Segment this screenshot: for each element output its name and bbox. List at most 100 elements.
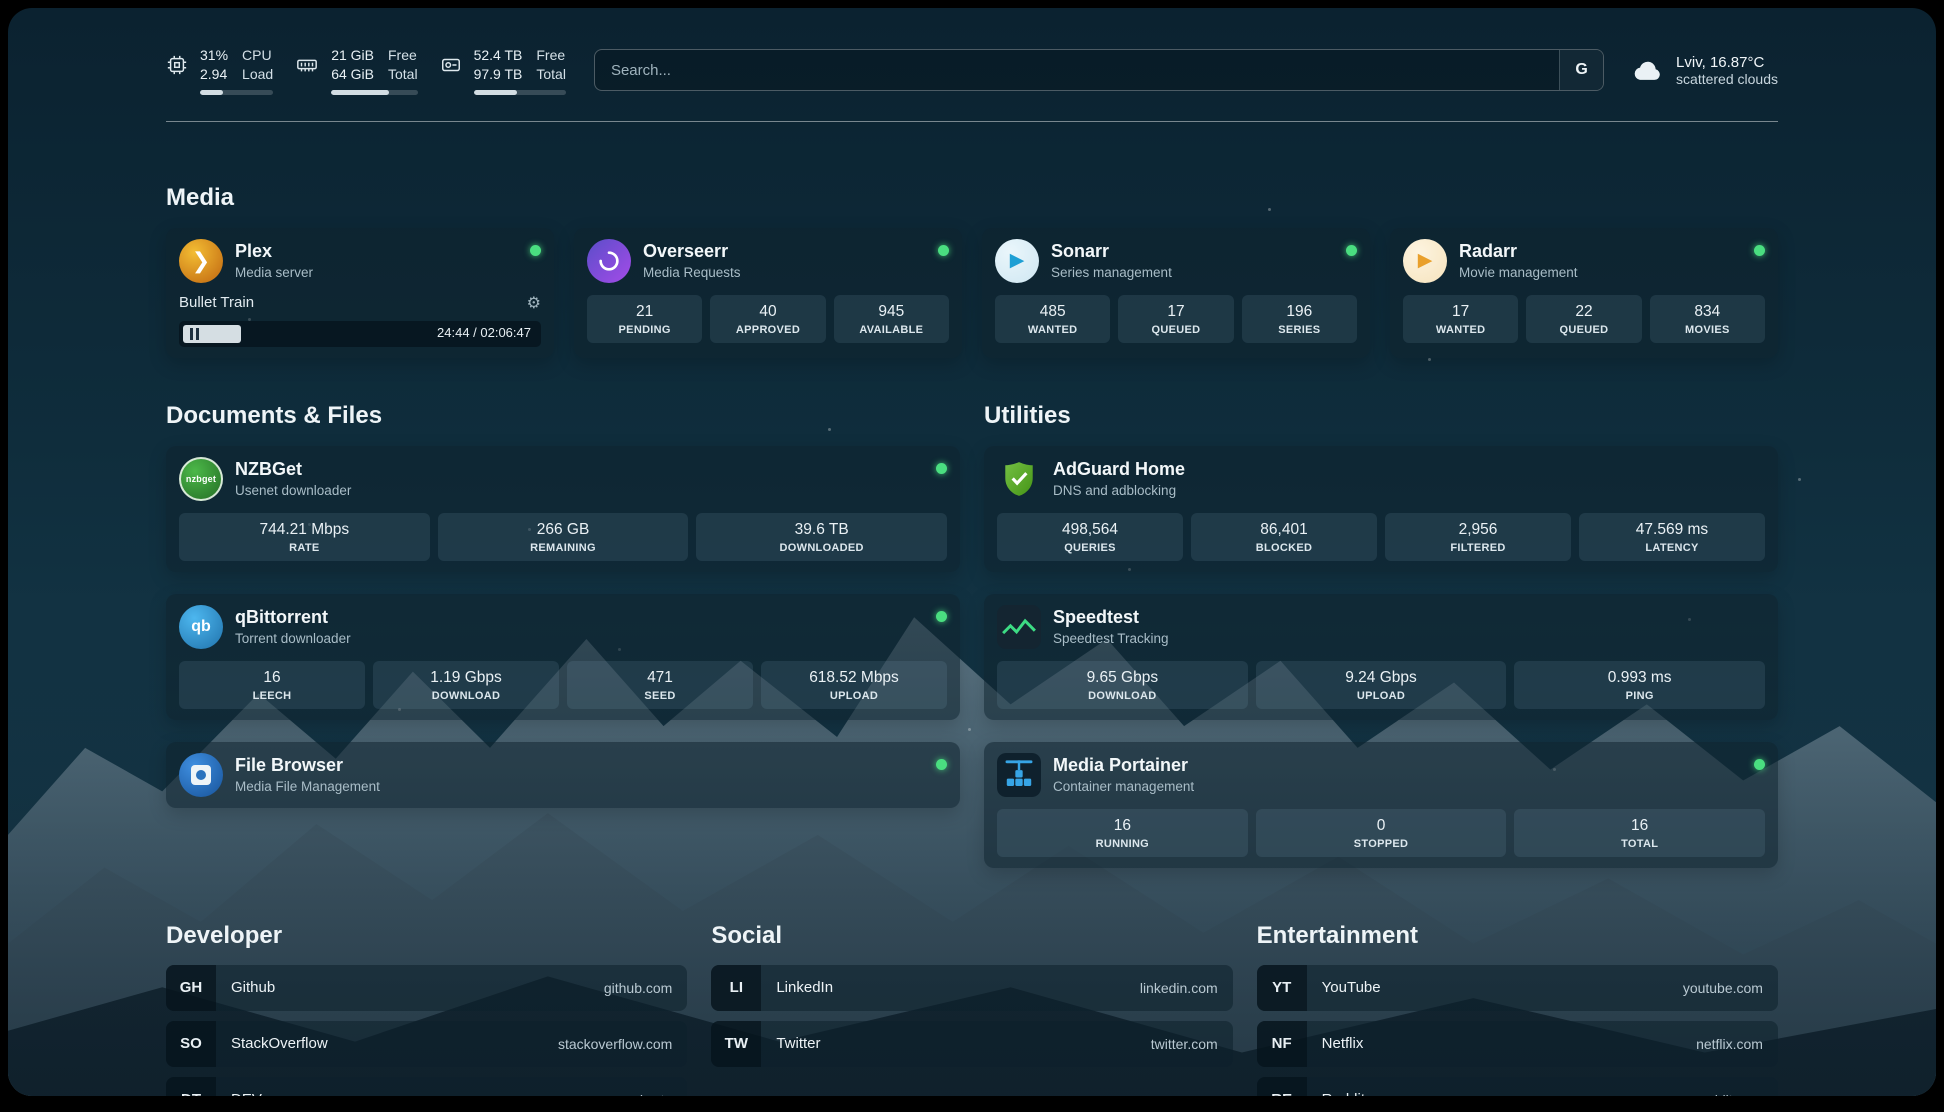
cpu-percent: 31% [200, 46, 228, 65]
weather-location: Lviv, 16.87°C [1676, 54, 1778, 71]
service-subtitle: Usenet downloader [235, 483, 351, 498]
status-dot [1754, 759, 1765, 770]
playback-time: 24:44 / 02:06:47 [437, 325, 531, 340]
stat-running: 16 RUNNING [997, 809, 1248, 857]
bookmark-domain: reddit.com [1698, 1092, 1778, 1096]
service-name: File Browser [235, 755, 380, 777]
bookmark-name: Github [216, 979, 290, 996]
service-name: Media Portainer [1053, 755, 1194, 777]
bookmark-abbr: DT [166, 1077, 216, 1096]
service-subtitle: Speedtest Tracking [1053, 631, 1169, 646]
bookmark-abbr: TW [711, 1021, 761, 1067]
search-box: G [594, 49, 1604, 91]
service-name: Sonarr [1051, 241, 1172, 263]
stat-seed: 471 SEED [567, 661, 753, 709]
overseerr-icon [587, 239, 631, 283]
stat-stopped: 0 STOPPED [1256, 809, 1507, 857]
service-subtitle: Media Requests [643, 265, 741, 280]
disk-free-label: Free [536, 46, 566, 65]
memory-free-value: 21 GiB [331, 46, 374, 65]
memory-icon [295, 46, 319, 76]
bookmark-netflix[interactable]: NF Netflix netflix.com [1257, 1021, 1778, 1067]
service-subtitle: Container management [1053, 779, 1194, 794]
bookmark-name: Twitter [761, 1035, 835, 1052]
stat-queued: 17 QUEUED [1118, 295, 1233, 343]
stat-wanted: 17 WANTED [1403, 295, 1518, 343]
service-card-filebrowser[interactable]: File Browser Media File Management [166, 742, 960, 808]
cloud-icon [1630, 57, 1664, 83]
service-subtitle: Media File Management [235, 779, 380, 794]
service-card-sonarr[interactable]: ▶ Sonarr Series management 485 WANTED 17… [982, 228, 1370, 358]
bookmark-reddit[interactable]: RE Reddit reddit.com [1257, 1077, 1778, 1096]
service-card-nzbget[interactable]: nzbget NZBGet Usenet downloader 744.21 M… [166, 446, 960, 572]
stat-wanted: 485 WANTED [995, 295, 1110, 343]
stat-available: 945 AVAILABLE [834, 295, 949, 343]
bookmark-abbr: GH [166, 965, 216, 1011]
stat-upload: 618.52 Mbps UPLOAD [761, 661, 947, 709]
stat-download: 1.19 Gbps DOWNLOAD [373, 661, 559, 709]
bookmark-linkedin[interactable]: LI LinkedIn linkedin.com [711, 965, 1232, 1011]
bookmark-github[interactable]: GH Github github.com [166, 965, 687, 1011]
cpu-label: CPU [242, 46, 273, 65]
service-card-portainer[interactable]: Media Portainer Container management 16 … [984, 742, 1778, 868]
disk-total-value: 97.9 TB [474, 65, 523, 84]
bookmark-name: LinkedIn [761, 979, 848, 996]
bookmark-name: Netflix [1307, 1035, 1379, 1052]
search-provider-button[interactable]: G [1559, 50, 1603, 90]
qbittorrent-icon: qb [179, 605, 223, 649]
documents-column: Documents & Files nzbget NZBGet Usenet d… [166, 358, 960, 808]
memory-progress-bar [331, 90, 417, 95]
bookmark-domain: youtube.com [1683, 980, 1778, 996]
pause-icon[interactable] [190, 328, 199, 340]
dashboard: 31% 2.94 CPU Load [8, 8, 1936, 1096]
nzbget-icon: nzbget [179, 457, 223, 501]
snow-specks [8, 8, 11, 11]
gear-icon[interactable]: ⚙ [527, 293, 541, 313]
bookmark-domain: stackoverflow.com [558, 1036, 687, 1052]
stat-total: 16 TOTAL [1514, 809, 1765, 857]
stat-pending: 21 PENDING [587, 295, 702, 343]
bookmark-domain: netflix.com [1696, 1036, 1778, 1052]
service-subtitle: Series management [1051, 265, 1172, 280]
top-bar: 31% 2.94 CPU Load [166, 46, 1778, 95]
service-card-plex[interactable]: ❯ Plex Media server Bullet Train ⚙ 24:44… [166, 228, 554, 358]
bookmark-abbr: NF [1257, 1021, 1307, 1067]
stat-queries: 498,564 QUERIES [997, 513, 1183, 561]
portainer-icon [997, 753, 1041, 797]
status-dot [1754, 245, 1765, 256]
stat-rate: 744.21 Mbps RATE [179, 513, 430, 561]
status-dot [936, 611, 947, 622]
stat-latency: 47.569 ms LATENCY [1579, 513, 1765, 561]
stat-approved: 40 APPROVED [710, 295, 825, 343]
cpu-icon [166, 46, 188, 76]
cpu-load-label: Load [242, 65, 273, 84]
service-card-adguard[interactable]: AdGuard Home DNS and adblocking 498,564 … [984, 446, 1778, 572]
status-dot [936, 759, 947, 770]
stat-ping: 0.993 ms PING [1514, 661, 1765, 709]
bookmark-abbr: SO [166, 1021, 216, 1067]
service-name: Overseerr [643, 241, 741, 263]
stat-queued: 22 QUEUED [1526, 295, 1641, 343]
service-card-radarr[interactable]: ▶ Radarr Movie management 17 WANTED 22 Q… [1390, 228, 1778, 358]
service-card-qbittorrent[interactable]: qb qBittorrent Torrent downloader 16 [166, 594, 960, 720]
adguard-icon [997, 457, 1041, 501]
service-name: Speedtest [1053, 607, 1169, 629]
stat-filtered: 2,956 FILTERED [1385, 513, 1571, 561]
bookmark-dev[interactable]: DT DEV dev.to [166, 1077, 687, 1096]
speedtest-icon [997, 605, 1041, 649]
section-heading-utilities: Utilities [984, 402, 1778, 430]
bookmark-stackoverflow[interactable]: SO StackOverflow stackoverflow.com [166, 1021, 687, 1067]
bookmark-abbr: RE [1257, 1077, 1307, 1096]
sonarr-icon: ▶ [995, 239, 1039, 283]
disk-icon [440, 46, 462, 76]
bookmark-twitter[interactable]: TW Twitter twitter.com [711, 1021, 1232, 1067]
service-subtitle: DNS and adblocking [1053, 483, 1185, 498]
search-input[interactable] [594, 49, 1604, 91]
radarr-icon: ▶ [1403, 239, 1447, 283]
bookmark-domain: twitter.com [1151, 1036, 1233, 1052]
service-card-speedtest[interactable]: Speedtest Speedtest Tracking 9.65 Gbps D… [984, 594, 1778, 720]
cpu-load-value: 2.94 [200, 65, 228, 84]
bookmark-group-entertainment: Entertainment YT YouTube youtube.com NF … [1257, 922, 1778, 1096]
service-card-overseerr[interactable]: Overseerr Media Requests 21 PENDING 40 A… [574, 228, 962, 358]
bookmark-youtube[interactable]: YT YouTube youtube.com [1257, 965, 1778, 1011]
